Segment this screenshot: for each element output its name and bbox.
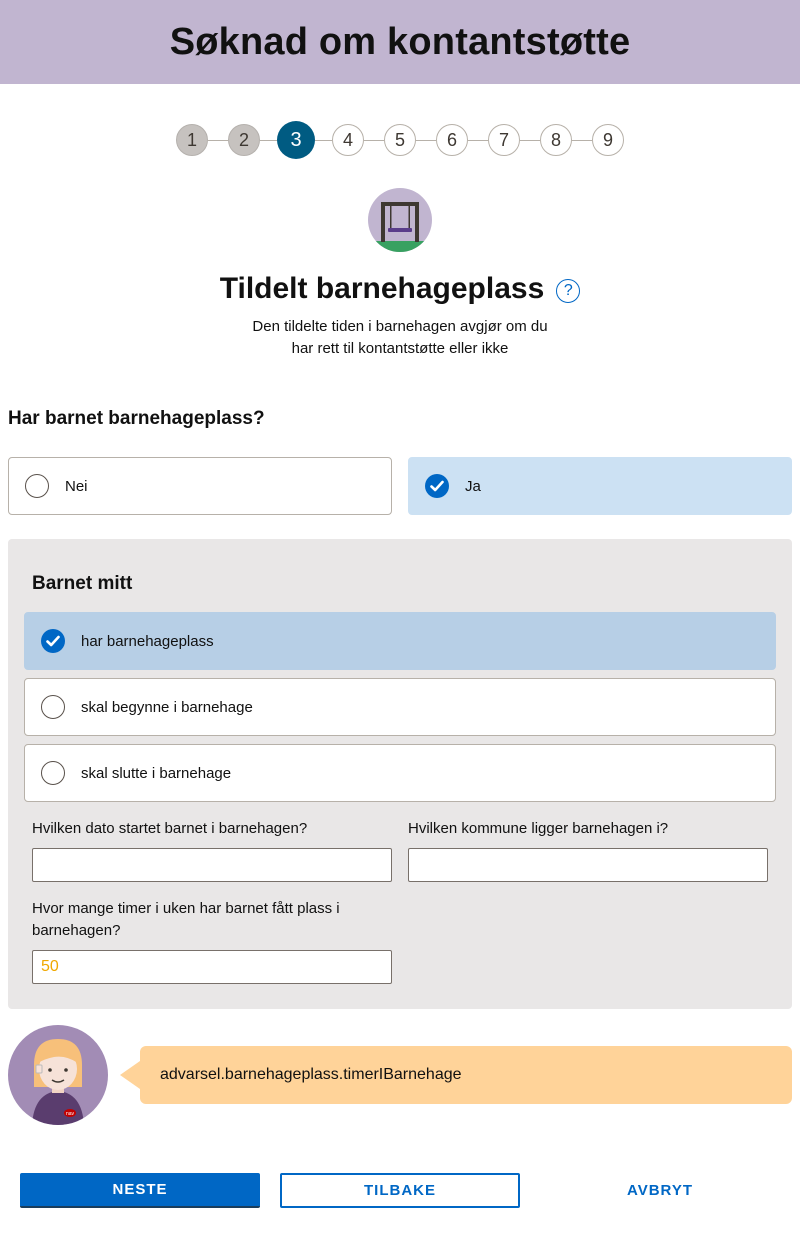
step-indicator: 1 2 3 4 5 6 7 8 9 [0, 121, 800, 159]
radio-unchecked-icon[interactable] [41, 695, 65, 719]
step-connector [572, 140, 592, 141]
step-4: 4 [332, 124, 364, 156]
hours-label-line-2: barnehagen? [32, 922, 121, 939]
step-connector [416, 140, 436, 141]
help-icon[interactable]: ? [556, 279, 581, 303]
hours-input[interactable]: 50 [32, 950, 392, 984]
option-skal-slutte[interactable]: skal slutte i barnehage [24, 744, 776, 802]
radio-label: Ja [465, 477, 481, 495]
step-2[interactable]: 2 [228, 124, 260, 156]
step-5: 5 [384, 124, 416, 156]
cancel-button[interactable]: AVBRYT [540, 1173, 780, 1208]
step-6: 6 [436, 124, 468, 156]
question-label: Har barnet barnehageplass? [8, 408, 265, 429]
option-label: skal slutte i barnehage [81, 764, 232, 782]
municipality-label: Hvilken kommune ligger barnehagen i? [408, 820, 669, 837]
radio-unchecked-icon[interactable] [41, 761, 65, 785]
next-button[interactable]: NESTE [20, 1173, 260, 1208]
radio-checked-icon[interactable] [41, 629, 65, 653]
panel-title: Barnet mitt [32, 573, 133, 594]
barnehage-swing-icon [368, 188, 432, 252]
warning-speech-bubble: advarsel.barnehageplass.timerIBarnehage [140, 1046, 792, 1104]
start-date-label: Hvilken dato startet barnet i barnehagen… [32, 820, 308, 837]
description-line-1: Den tildelte tiden i barnehagen avgjør o… [252, 318, 548, 335]
step-7: 7 [488, 124, 520, 156]
radio-option-nei[interactable]: Nei [8, 457, 392, 515]
radio-checked-icon[interactable] [425, 474, 449, 498]
back-button[interactable]: TILBAKE [280, 1173, 520, 1208]
municipality-input[interactable] [408, 848, 768, 882]
step-connector [315, 140, 332, 141]
radio-label: Nei [65, 477, 88, 495]
page-title: Søknad om kontantstøtte [169, 20, 631, 63]
step-8: 8 [540, 124, 572, 156]
speech-bubble-tail [120, 1061, 140, 1089]
child-details-panel: Barnet mitt har barnehageplass skal begy… [8, 539, 792, 1009]
section-description: Den tildelte tiden i barnehagen avgjør o… [220, 316, 580, 360]
page-header: Søknad om kontantstøtte [0, 0, 800, 84]
step-1[interactable]: 1 [176, 124, 208, 156]
step-connector [260, 140, 277, 141]
svg-text:nav: nav [66, 1111, 75, 1117]
step-connector [468, 140, 488, 141]
step-connector [208, 140, 228, 141]
radio-unchecked-icon[interactable] [25, 474, 49, 498]
option-label: skal begynne i barnehage [81, 698, 253, 716]
option-label: har barnehageplass [81, 632, 214, 650]
veileder-avatar: nav [8, 1025, 108, 1125]
hours-label-line-1: Hvor mange timer i uken har barnet fått … [32, 900, 340, 917]
step-connector [520, 140, 540, 141]
hours-label: Hvor mange timer i uken har barnet fått … [32, 898, 392, 942]
step-9: 9 [592, 124, 624, 156]
section-title: Tildelt barnehageplass [219, 272, 545, 305]
radio-option-ja[interactable]: Ja [408, 457, 792, 515]
section-heading: Tildelt barnehageplass ? [0, 272, 800, 306]
option-skal-begynne[interactable]: skal begynne i barnehage [24, 678, 776, 736]
step-connector [364, 140, 384, 141]
option-har-barnehageplass[interactable]: har barnehageplass [24, 612, 776, 670]
step-3-current: 3 [277, 121, 315, 159]
start-date-input[interactable] [32, 848, 392, 882]
description-line-2: har rett til kontantstøtte eller ikke [291, 340, 509, 357]
